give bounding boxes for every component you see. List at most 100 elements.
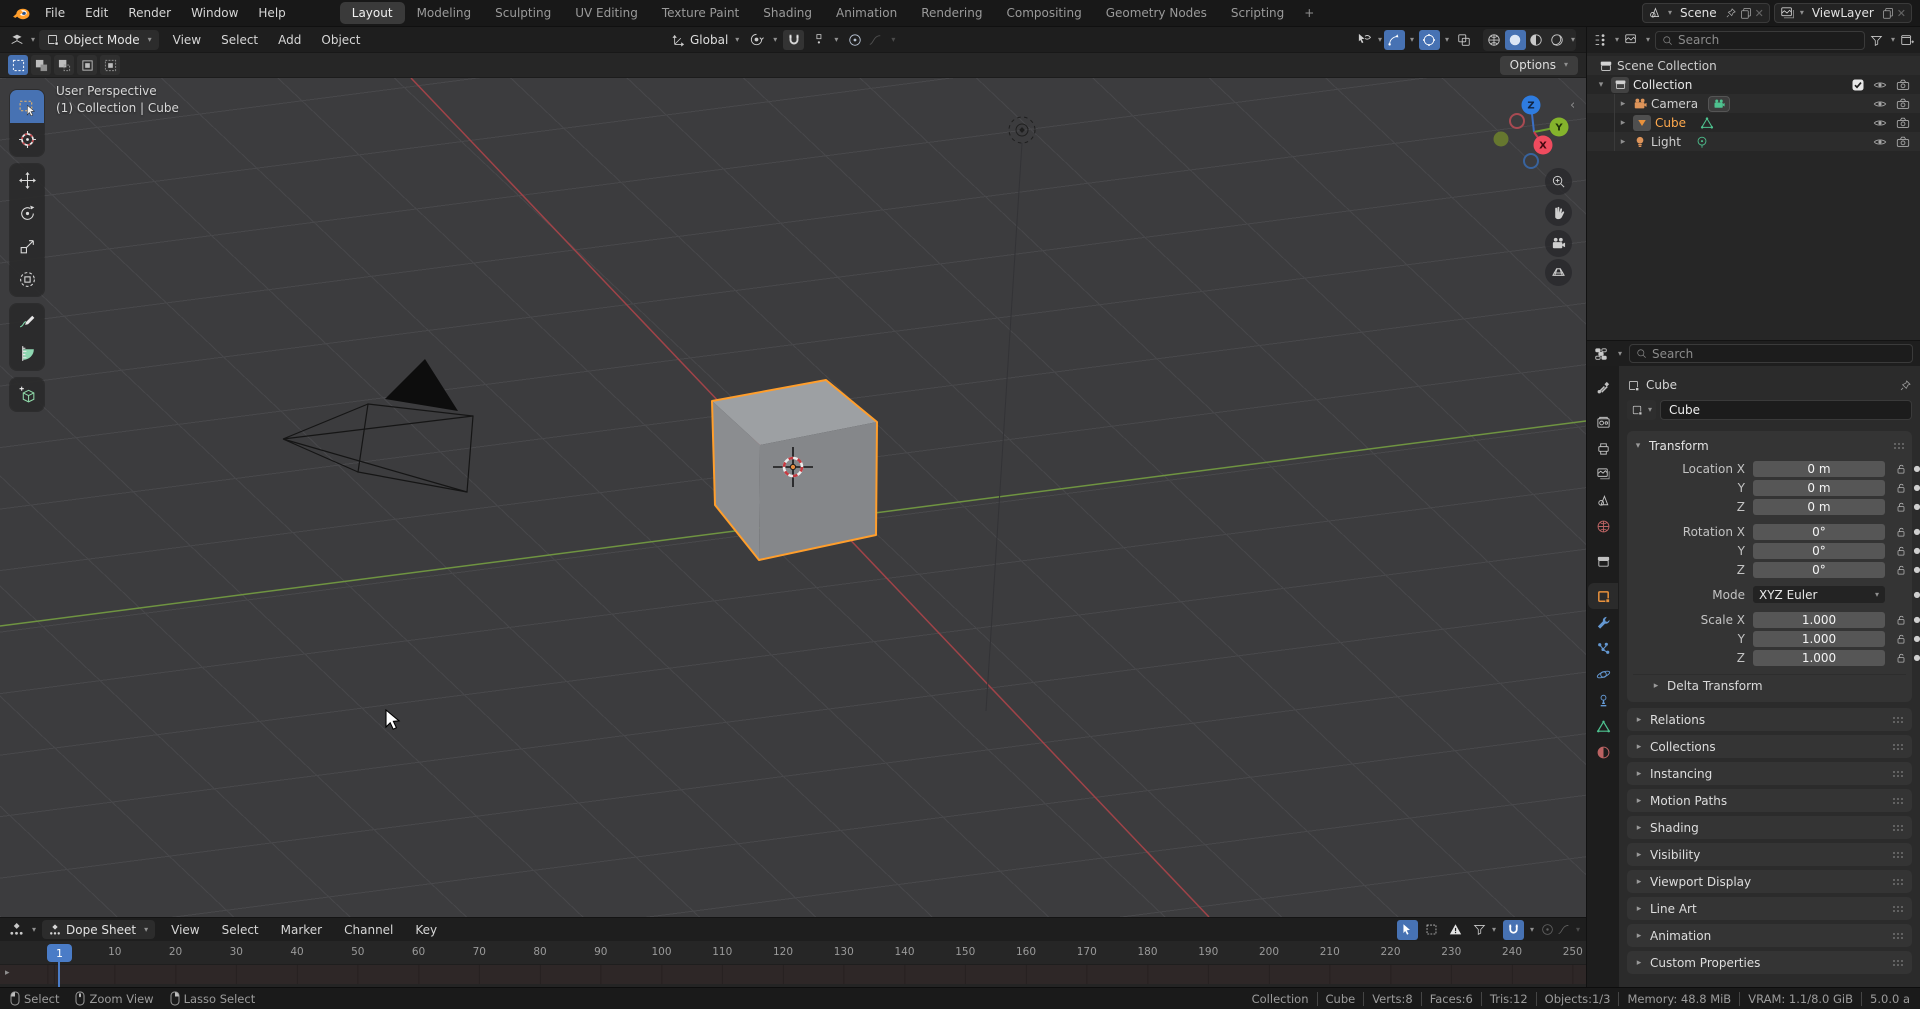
expand-icon[interactable]: ▸ — [1617, 118, 1629, 128]
drag-handle-icon[interactable] — [1892, 904, 1905, 913]
frame-ruler[interactable]: 10 20 30 40 50 60 70 80 90 100 110 120 1… — [0, 941, 1586, 965]
outliner-row-cube[interactable]: ▸ Cube — [1587, 113, 1920, 132]
drag-handle-icon[interactable] — [1892, 715, 1905, 724]
animate-dot-icon[interactable]: ● — [1910, 527, 1920, 536]
animate-dot-icon[interactable]: ● — [1910, 483, 1920, 492]
proportional-editing-icon[interactable] — [1541, 923, 1554, 936]
add-cube-tool[interactable] — [10, 378, 44, 411]
menu-select[interactable]: Select — [212, 923, 269, 937]
falloff-curve-icon[interactable] — [1557, 923, 1570, 936]
mesh-data-icon[interactable] — [1700, 116, 1714, 130]
camera-visibility-icon[interactable] — [1896, 116, 1910, 130]
drag-handle-icon[interactable] — [1893, 442, 1906, 450]
viewlayer-selector[interactable]: ▾ ViewLayer ✕ — [1773, 3, 1912, 23]
snap-keys-toggle[interactable] — [1502, 919, 1524, 940]
editor-type-icon[interactable] — [6, 922, 27, 937]
shading-rendered-icon[interactable] — [1547, 30, 1568, 50]
pivot-point-icon[interactable] — [749, 32, 765, 47]
rotate-tool[interactable] — [10, 197, 44, 230]
options-button[interactable]: Options ▾ — [1499, 55, 1578, 75]
lock-icon[interactable] — [1892, 463, 1910, 475]
drag-handle-icon[interactable] — [1892, 877, 1905, 886]
lock-icon[interactable] — [1892, 501, 1910, 513]
annotate-tool[interactable] — [10, 304, 44, 337]
collapse-icon[interactable]: ▾ — [1595, 80, 1607, 90]
select-mode-invert-icon[interactable] — [77, 55, 97, 75]
drag-handle-icon[interactable] — [1892, 769, 1905, 778]
zoom-button[interactable] — [1545, 168, 1572, 195]
show-hidden-toggle[interactable] — [1421, 920, 1442, 940]
new-scene-icon[interactable] — [1740, 7, 1752, 19]
cube-object[interactable] — [711, 379, 878, 561]
object-name-field[interactable]: Cube — [1660, 400, 1912, 420]
scale-y-field[interactable]: 1.000 — [1753, 630, 1885, 647]
menu-help[interactable]: Help — [248, 6, 295, 20]
rotation-z-field[interactable]: 0° — [1753, 561, 1885, 578]
tab-object[interactable] — [1588, 583, 1618, 609]
tab-collection[interactable] — [1588, 548, 1618, 574]
menu-object[interactable]: Object — [311, 33, 370, 47]
axis-neg-z-ball[interactable] — [1523, 153, 1539, 169]
blender-logo-icon[interactable] — [12, 6, 31, 21]
only-selected-toggle[interactable] — [1396, 919, 1418, 940]
animate-dot-icon[interactable]: ● — [1910, 634, 1920, 643]
light-data-icon[interactable] — [1695, 135, 1709, 149]
pin-icon[interactable] — [1725, 7, 1737, 19]
panel-collections[interactable]: ▸ Collections — [1627, 735, 1912, 758]
animate-dot-icon[interactable]: ● — [1910, 615, 1920, 624]
lock-icon[interactable] — [1892, 545, 1910, 557]
tab-physics[interactable] — [1588, 661, 1618, 687]
drag-handle-icon[interactable] — [1892, 796, 1905, 805]
outliner-row-camera[interactable]: ▸ Camera — [1587, 94, 1920, 113]
move-tool[interactable] — [10, 164, 44, 197]
axis-neg-y-ball[interactable] — [1493, 131, 1509, 147]
location-y-field[interactable]: 0 m — [1753, 479, 1885, 496]
camera-view-button[interactable] — [1545, 230, 1572, 257]
scale-x-field[interactable]: 1.000 — [1753, 611, 1885, 628]
menu-channel[interactable]: Channel — [334, 923, 403, 937]
shading-material-icon[interactable] — [1526, 30, 1547, 50]
tab-animation[interactable]: Animation — [824, 2, 909, 24]
panel-shading[interactable]: ▸ Shading — [1627, 816, 1912, 839]
lock-icon[interactable] — [1892, 633, 1910, 645]
axis-neg-x-ball[interactable] — [1509, 113, 1525, 129]
animate-dot-icon[interactable]: ● — [1910, 653, 1920, 662]
menu-view[interactable]: View — [163, 33, 211, 47]
editor-type-icon[interactable] — [6, 32, 28, 48]
panel-line-art[interactable]: ▸ Line Art — [1627, 897, 1912, 920]
drag-handle-icon[interactable] — [1892, 850, 1905, 859]
animate-dot-icon[interactable]: ● — [1910, 565, 1920, 574]
tab-particles[interactable] — [1588, 635, 1618, 661]
lock-icon[interactable] — [1892, 614, 1910, 626]
camera-visibility-icon[interactable] — [1896, 135, 1910, 149]
tab-material[interactable] — [1588, 739, 1618, 765]
menu-add[interactable]: Add — [268, 33, 311, 47]
pin-icon[interactable] — [1899, 379, 1912, 392]
menu-window[interactable]: Window — [181, 6, 248, 20]
show-errors-toggle[interactable] — [1445, 920, 1466, 940]
shading-wireframe-icon[interactable] — [1484, 30, 1505, 50]
show-gizmo-toggle[interactable] — [1383, 29, 1405, 50]
unlink-scene-icon[interactable]: ✕ — [1755, 7, 1764, 20]
camera-data-icon[interactable] — [1708, 95, 1731, 112]
tab-world[interactable] — [1588, 513, 1618, 539]
snap-toggle[interactable] — [783, 29, 805, 50]
lock-icon[interactable] — [1892, 564, 1910, 576]
display-mode-icon[interactable] — [1624, 33, 1638, 47]
shading-solid-icon[interactable] — [1504, 29, 1526, 50]
select-mode-intersect-icon[interactable] — [100, 55, 120, 75]
drag-handle-icon[interactable] — [1892, 958, 1905, 967]
outliner-row-scene-collection[interactable]: Scene Collection — [1587, 56, 1920, 75]
animate-dot-icon[interactable]: ● — [1910, 590, 1920, 599]
tab-scripting[interactable]: Scripting — [1219, 2, 1296, 24]
tab-sculpting[interactable]: Sculpting — [483, 2, 563, 24]
panel-relations[interactable]: ▸ Relations — [1627, 708, 1912, 731]
rotation-y-field[interactable]: 0° — [1753, 542, 1885, 559]
scene-selector[interactable]: ▾ Scene ✕ — [1642, 3, 1770, 23]
tab-geometry-nodes[interactable]: Geometry Nodes — [1094, 2, 1219, 24]
animate-dot-icon[interactable]: ● — [1910, 502, 1920, 511]
panel-instancing[interactable]: ▸ Instancing — [1627, 762, 1912, 785]
select-mode-set-icon[interactable] — [8, 55, 28, 75]
tab-view-layer[interactable] — [1588, 461, 1618, 487]
rotation-mode-dropdown[interactable]: XYZ Euler ▾ — [1753, 586, 1885, 603]
